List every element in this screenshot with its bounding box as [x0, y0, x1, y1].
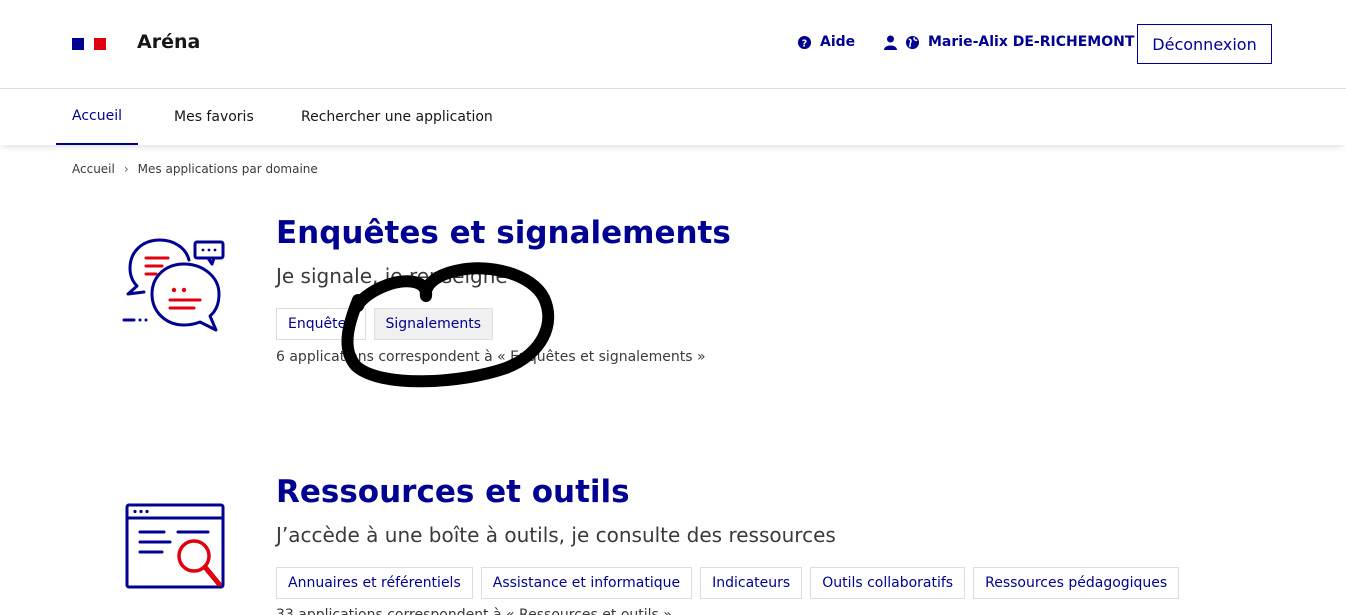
tag-signalements[interactable]: Signalements — [373, 308, 494, 340]
domain-tag-list: Enquêtes Signalements — [276, 308, 494, 340]
domain-title[interactable]: Enquêtes et signalements — [276, 215, 731, 251]
logout-button[interactable]: Déconnexion — [1137, 24, 1272, 64]
tag-ressources-pedagogiques[interactable]: Ressources pédagogiques — [973, 567, 1180, 599]
user-name: Marie-Alix DE-RICHEMONT — [928, 34, 1135, 50]
domain-title[interactable]: Ressources et outils — [276, 474, 630, 510]
nav-item-accueil[interactable]: Accueil — [56, 89, 138, 145]
tag-outils-collaboratifs[interactable]: Outils collaboratifs — [810, 567, 966, 599]
globe-icon — [905, 35, 920, 49]
help-link[interactable]: ? Aide — [797, 34, 855, 50]
svg-text:?: ? — [802, 38, 807, 49]
republique-flag-logo[interactable] — [72, 38, 106, 50]
domain-app-count: 33 applications correspondent à « Ressou… — [276, 607, 672, 615]
site-header: Aréna ? Aide Marie-Alix DE-RICHEMONT Déc… — [0, 0, 1346, 89]
tag-indicateurs[interactable]: Indicateurs — [700, 567, 803, 599]
nav-item-rechercher-application[interactable]: Rechercher une application — [285, 89, 509, 145]
user-icon — [884, 35, 897, 50]
question-circle-icon: ? — [797, 35, 812, 49]
main-navigation: Accueil Mes favoris Rechercher une appli… — [0, 89, 1346, 145]
breadcrumb: Accueil › Mes applications par domaine — [72, 162, 318, 176]
tag-assistance-informatique[interactable]: Assistance et informatique — [480, 567, 693, 599]
tag-enquetes[interactable]: Enquêtes — [276, 308, 366, 340]
speech-bubbles-icon — [122, 238, 225, 332]
help-label: Aide — [820, 34, 856, 50]
app-title[interactable]: Aréna — [137, 31, 200, 53]
breadcrumb-current: Mes applications par domaine — [137, 162, 318, 176]
domain-subtitle: Je signale, je renseigne — [276, 264, 508, 288]
domain-subtitle: J’accède à une boîte à outils, je consul… — [276, 523, 836, 547]
user-account-link[interactable]: Marie-Alix DE-RICHEMONT — [884, 34, 1134, 50]
domain-tag-list: Annuaires et référentiels Assistance et … — [276, 567, 1180, 599]
tag-annuaires-referentiels[interactable]: Annuaires et référentiels — [276, 567, 473, 599]
window-magnifier-icon — [125, 503, 225, 589]
domain-app-count: 6 applications correspondent à « Enquête… — [276, 349, 706, 365]
chevron-right-icon: › — [123, 162, 129, 176]
nav-item-mes-favoris[interactable]: Mes favoris — [158, 89, 270, 145]
breadcrumb-item-accueil[interactable]: Accueil — [72, 162, 115, 176]
